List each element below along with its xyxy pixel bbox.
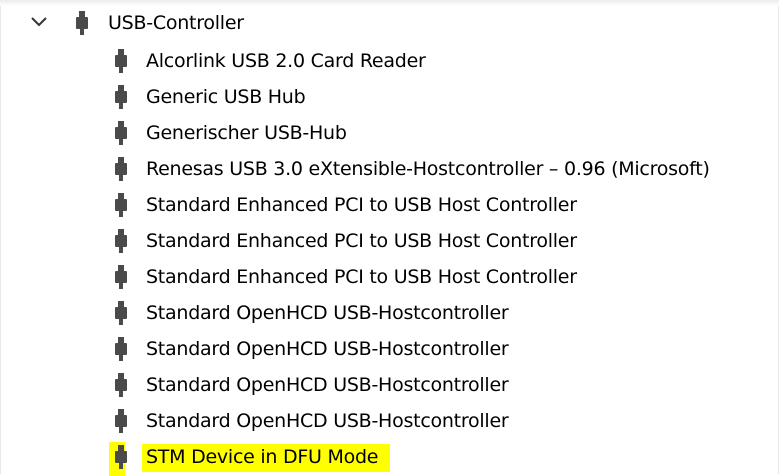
device-item-label: Standard OpenHCD USB-Hostcontroller bbox=[146, 302, 509, 324]
device-item-label: Standard Enhanced PCI to USB Host Contro… bbox=[146, 230, 577, 252]
device-item[interactable]: Standard OpenHCD USB-Hostcontroller bbox=[0, 332, 779, 368]
usb-plug-icon bbox=[115, 157, 127, 181]
usb-plug-icon bbox=[115, 193, 127, 217]
usb-plug-icon bbox=[115, 265, 127, 289]
device-item-label: Standard OpenHCD USB-Hostcontroller bbox=[146, 410, 509, 432]
device-item[interactable]: Renesas USB 3.0 eXtensible-Hostcontrolle… bbox=[0, 152, 779, 188]
usb-plug-icon bbox=[115, 229, 127, 253]
chevron-down-icon[interactable] bbox=[30, 15, 48, 29]
tree-node-usb-controller[interactable]: USB-Controller bbox=[0, 4, 779, 44]
device-item[interactable]: Standard Enhanced PCI to USB Host Contro… bbox=[0, 260, 779, 296]
device-item[interactable]: Generischer USB-Hub bbox=[0, 116, 779, 152]
device-item-label: Standard Enhanced PCI to USB Host Contro… bbox=[146, 194, 577, 216]
device-item-label: Renesas USB 3.0 eXtensible-Hostcontrolle… bbox=[146, 158, 710, 180]
usb-plug-icon bbox=[115, 301, 127, 325]
usb-plug-icon bbox=[115, 85, 127, 109]
device-item-label: Generic USB Hub bbox=[146, 86, 306, 108]
usb-plug-icon bbox=[76, 11, 88, 35]
usb-plug-icon bbox=[115, 121, 127, 145]
device-item-label: Generischer USB-Hub bbox=[146, 122, 347, 144]
usb-plug-icon bbox=[115, 409, 127, 433]
device-item[interactable]: Standard OpenHCD USB-Hostcontroller bbox=[0, 368, 779, 404]
usb-plug-icon bbox=[115, 373, 127, 397]
device-item[interactable]: Standard OpenHCD USB-Hostcontroller bbox=[0, 404, 779, 440]
device-item[interactable]: Generic USB Hub bbox=[0, 80, 779, 116]
device-item-label: STM Device in DFU Mode bbox=[142, 444, 391, 472]
device-item-label: Alcorlink USB 2.0 Card Reader bbox=[146, 50, 426, 72]
device-tree: USB-Controller Alcorlink USB 2.0 Card Re… bbox=[0, 4, 779, 476]
usb-plug-icon bbox=[115, 445, 127, 469]
usb-plug-icon bbox=[115, 49, 127, 73]
usb-plug-icon bbox=[115, 337, 127, 361]
device-item-label: Standard Enhanced PCI to USB Host Contro… bbox=[146, 266, 577, 288]
device-item[interactable]: Standard Enhanced PCI to USB Host Contro… bbox=[0, 188, 779, 224]
device-item[interactable]: Alcorlink USB 2.0 Card Reader bbox=[0, 44, 779, 80]
device-item-label: Standard OpenHCD USB-Hostcontroller bbox=[146, 374, 509, 396]
device-item-highlighted[interactable]: STM Device in DFU Mode bbox=[0, 440, 779, 476]
device-item[interactable]: Standard Enhanced PCI to USB Host Contro… bbox=[0, 224, 779, 260]
device-item-label: Standard OpenHCD USB-Hostcontroller bbox=[146, 338, 509, 360]
device-item[interactable]: Standard OpenHCD USB-Hostcontroller bbox=[0, 296, 779, 332]
tree-node-label: USB-Controller bbox=[108, 12, 244, 34]
